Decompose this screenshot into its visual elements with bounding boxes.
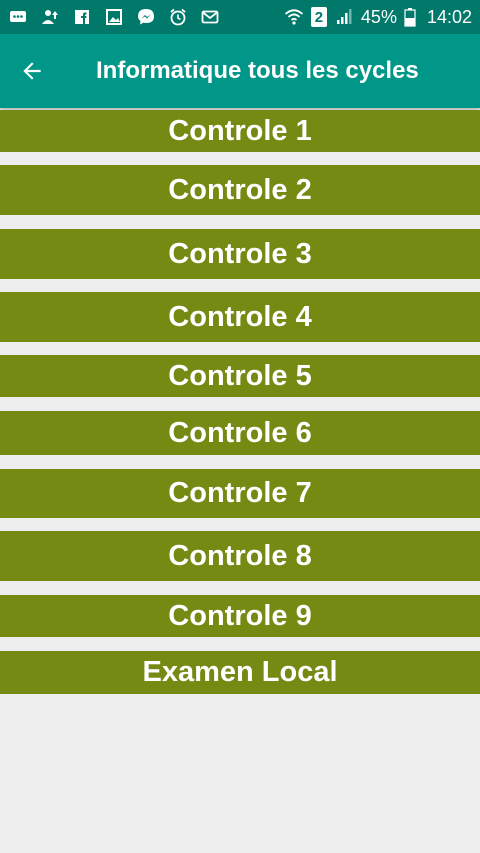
list-item-label: Controle 7 <box>168 477 312 509</box>
list-item[interactable]: Controle 1 <box>0 110 480 152</box>
list-item[interactable]: Examen Local <box>0 651 480 694</box>
mail-icon <box>200 7 220 27</box>
facebook-icon <box>72 7 92 27</box>
messenger-icon <box>136 7 156 27</box>
battery-icon <box>404 7 416 27</box>
sim-slot-label: 2 <box>314 8 324 26</box>
list-item[interactable]: Controle 5 <box>0 355 480 397</box>
back-button[interactable] <box>0 34 64 108</box>
list-item[interactable]: Controle 7 <box>0 469 480 518</box>
gallery-icon <box>104 7 124 27</box>
list-item-label: Examen Local <box>142 656 338 688</box>
page-title: Informatique tous les cycles <box>96 57 419 84</box>
list-item[interactable]: Controle 8 <box>0 531 480 581</box>
battery-percent: 45% <box>360 6 397 27</box>
notification-icons <box>8 7 220 27</box>
list-item[interactable]: Controle 4 <box>0 292 480 342</box>
sim-icon: 2 <box>310 7 327 27</box>
wifi-icon <box>284 7 304 27</box>
list-item-label: Controle 5 <box>168 359 312 392</box>
list-item-label: Controle 8 <box>168 539 312 572</box>
list-item[interactable]: Controle 6 <box>0 411 480 455</box>
list-item-label: Controle 1 <box>168 114 312 147</box>
list-item-label: Controle 9 <box>168 599 312 632</box>
system-status: 2 45% 14:02 <box>284 7 472 28</box>
list-item[interactable]: Controle 2 <box>0 165 480 215</box>
status-bar: 2 45% 14:02 <box>0 0 480 34</box>
signal-icon <box>334 7 354 27</box>
clock: 14:02 <box>426 6 472 27</box>
list-item-label: Controle 3 <box>168 237 312 270</box>
upload-icon <box>40 7 60 27</box>
list-item[interactable]: Controle 9 <box>0 595 480 637</box>
list-item-label: Controle 6 <box>168 416 312 449</box>
app-bar: Informatique tous les cycles <box>0 34 480 108</box>
list-item-label: Controle 4 <box>168 300 312 333</box>
list-item-label: Controle 2 <box>168 173 312 206</box>
arrow-left-icon <box>19 58 45 84</box>
chat-icon <box>8 7 28 27</box>
alarm-icon <box>168 7 188 27</box>
list-item[interactable]: Controle 3 <box>0 229 480 279</box>
